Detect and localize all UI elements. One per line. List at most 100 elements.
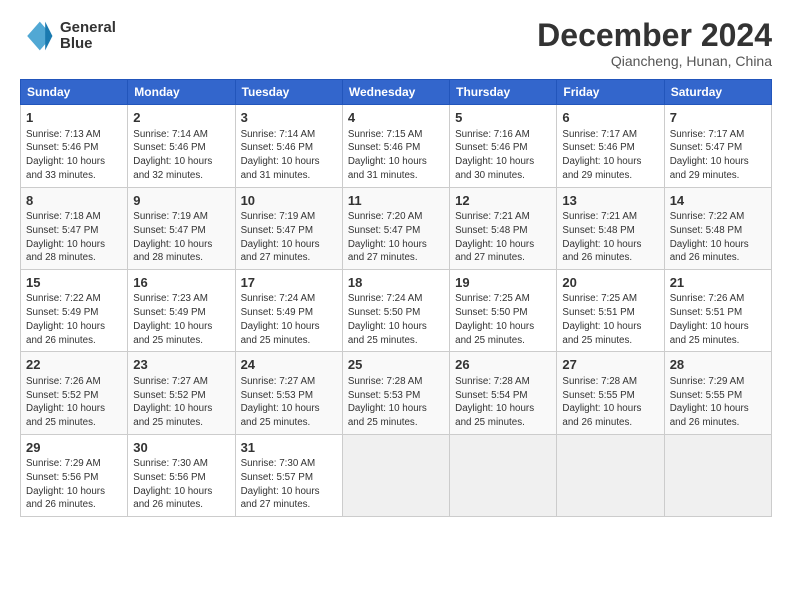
weekday-header-row: SundayMondayTuesdayWednesdayThursdayFrid… [21, 80, 772, 105]
day-number: 20 [562, 274, 658, 292]
day-number: 12 [455, 192, 551, 210]
calendar-cell: 24Sunrise: 7:27 AM Sunset: 5:53 PM Dayli… [235, 352, 342, 434]
logo-line1: General [60, 20, 116, 37]
calendar-cell [557, 434, 664, 516]
day-info: Sunrise: 7:16 AM Sunset: 5:46 PM Dayligh… [455, 128, 551, 183]
calendar-cell: 17Sunrise: 7:24 AM Sunset: 5:49 PM Dayli… [235, 269, 342, 351]
day-number: 10 [241, 192, 337, 210]
calendar-cell: 11Sunrise: 7:20 AM Sunset: 5:47 PM Dayli… [342, 187, 449, 269]
calendar-cell: 4Sunrise: 7:15 AM Sunset: 5:46 PM Daylig… [342, 105, 449, 187]
calendar-cell: 29Sunrise: 7:29 AM Sunset: 5:56 PM Dayli… [21, 434, 128, 516]
calendar-cell: 23Sunrise: 7:27 AM Sunset: 5:52 PM Dayli… [128, 352, 235, 434]
day-number: 27 [562, 356, 658, 374]
day-info: Sunrise: 7:14 AM Sunset: 5:46 PM Dayligh… [241, 128, 337, 183]
day-info: Sunrise: 7:28 AM Sunset: 5:55 PM Dayligh… [562, 375, 658, 430]
day-info: Sunrise: 7:21 AM Sunset: 5:48 PM Dayligh… [562, 210, 658, 265]
week-row-3: 15Sunrise: 7:22 AM Sunset: 5:49 PM Dayli… [21, 269, 772, 351]
day-number: 22 [26, 356, 122, 374]
day-info: Sunrise: 7:17 AM Sunset: 5:47 PM Dayligh… [670, 128, 766, 183]
day-number: 11 [348, 192, 444, 210]
month-title: December 2024 [537, 18, 772, 53]
calendar-cell: 25Sunrise: 7:28 AM Sunset: 5:53 PM Dayli… [342, 352, 449, 434]
day-number: 19 [455, 274, 551, 292]
calendar-table: SundayMondayTuesdayWednesdayThursdayFrid… [20, 79, 772, 517]
day-info: Sunrise: 7:30 AM Sunset: 5:56 PM Dayligh… [133, 457, 229, 512]
day-number: 8 [26, 192, 122, 210]
day-info: Sunrise: 7:21 AM Sunset: 5:48 PM Dayligh… [455, 210, 551, 265]
day-info: Sunrise: 7:13 AM Sunset: 5:46 PM Dayligh… [26, 128, 122, 183]
week-row-2: 8Sunrise: 7:18 AM Sunset: 5:47 PM Daylig… [21, 187, 772, 269]
day-info: Sunrise: 7:25 AM Sunset: 5:50 PM Dayligh… [455, 292, 551, 347]
day-number: 13 [562, 192, 658, 210]
weekday-header-tuesday: Tuesday [235, 80, 342, 105]
calendar-cell: 9Sunrise: 7:19 AM Sunset: 5:47 PM Daylig… [128, 187, 235, 269]
calendar-cell: 1Sunrise: 7:13 AM Sunset: 5:46 PM Daylig… [21, 105, 128, 187]
calendar-cell: 31Sunrise: 7:30 AM Sunset: 5:57 PM Dayli… [235, 434, 342, 516]
day-info: Sunrise: 7:28 AM Sunset: 5:54 PM Dayligh… [455, 375, 551, 430]
day-number: 1 [26, 109, 122, 127]
day-number: 23 [133, 356, 229, 374]
calendar-cell: 21Sunrise: 7:26 AM Sunset: 5:51 PM Dayli… [664, 269, 771, 351]
day-info: Sunrise: 7:20 AM Sunset: 5:47 PM Dayligh… [348, 210, 444, 265]
calendar-cell: 14Sunrise: 7:22 AM Sunset: 5:48 PM Dayli… [664, 187, 771, 269]
day-info: Sunrise: 7:15 AM Sunset: 5:46 PM Dayligh… [348, 128, 444, 183]
day-number: 28 [670, 356, 766, 374]
day-number: 15 [26, 274, 122, 292]
day-number: 4 [348, 109, 444, 127]
day-number: 29 [26, 439, 122, 457]
day-number: 26 [455, 356, 551, 374]
weekday-header-thursday: Thursday [450, 80, 557, 105]
day-info: Sunrise: 7:28 AM Sunset: 5:53 PM Dayligh… [348, 375, 444, 430]
day-number: 17 [241, 274, 337, 292]
calendar-cell: 7Sunrise: 7:17 AM Sunset: 5:47 PM Daylig… [664, 105, 771, 187]
day-info: Sunrise: 7:26 AM Sunset: 5:52 PM Dayligh… [26, 375, 122, 430]
day-info: Sunrise: 7:17 AM Sunset: 5:46 PM Dayligh… [562, 128, 658, 183]
day-info: Sunrise: 7:29 AM Sunset: 5:55 PM Dayligh… [670, 375, 766, 430]
logo-icon [20, 18, 56, 54]
calendar-cell: 3Sunrise: 7:14 AM Sunset: 5:46 PM Daylig… [235, 105, 342, 187]
day-number: 16 [133, 274, 229, 292]
day-number: 7 [670, 109, 766, 127]
day-info: Sunrise: 7:29 AM Sunset: 5:56 PM Dayligh… [26, 457, 122, 512]
day-number: 21 [670, 274, 766, 292]
calendar-cell: 13Sunrise: 7:21 AM Sunset: 5:48 PM Dayli… [557, 187, 664, 269]
calendar-cell: 12Sunrise: 7:21 AM Sunset: 5:48 PM Dayli… [450, 187, 557, 269]
calendar-cell: 19Sunrise: 7:25 AM Sunset: 5:50 PM Dayli… [450, 269, 557, 351]
day-number: 6 [562, 109, 658, 127]
weekday-header-saturday: Saturday [664, 80, 771, 105]
day-info: Sunrise: 7:23 AM Sunset: 5:49 PM Dayligh… [133, 292, 229, 347]
calendar-cell [450, 434, 557, 516]
day-number: 3 [241, 109, 337, 127]
day-number: 5 [455, 109, 551, 127]
calendar-cell: 10Sunrise: 7:19 AM Sunset: 5:47 PM Dayli… [235, 187, 342, 269]
calendar-cell: 6Sunrise: 7:17 AM Sunset: 5:46 PM Daylig… [557, 105, 664, 187]
calendar-cell: 28Sunrise: 7:29 AM Sunset: 5:55 PM Dayli… [664, 352, 771, 434]
day-number: 14 [670, 192, 766, 210]
weekday-header-sunday: Sunday [21, 80, 128, 105]
calendar-cell: 16Sunrise: 7:23 AM Sunset: 5:49 PM Dayli… [128, 269, 235, 351]
location: Qiancheng, Hunan, China [537, 53, 772, 69]
title-block: December 2024 Qiancheng, Hunan, China [537, 18, 772, 69]
day-info: Sunrise: 7:22 AM Sunset: 5:49 PM Dayligh… [26, 292, 122, 347]
calendar-cell: 5Sunrise: 7:16 AM Sunset: 5:46 PM Daylig… [450, 105, 557, 187]
day-number: 24 [241, 356, 337, 374]
weekday-header-wednesday: Wednesday [342, 80, 449, 105]
logo-text: General Blue [60, 20, 116, 53]
calendar-cell: 2Sunrise: 7:14 AM Sunset: 5:46 PM Daylig… [128, 105, 235, 187]
day-info: Sunrise: 7:26 AM Sunset: 5:51 PM Dayligh… [670, 292, 766, 347]
day-info: Sunrise: 7:18 AM Sunset: 5:47 PM Dayligh… [26, 210, 122, 265]
calendar-cell [664, 434, 771, 516]
day-number: 9 [133, 192, 229, 210]
logo-line2: Blue [60, 36, 116, 53]
week-row-5: 29Sunrise: 7:29 AM Sunset: 5:56 PM Dayli… [21, 434, 772, 516]
week-row-1: 1Sunrise: 7:13 AM Sunset: 5:46 PM Daylig… [21, 105, 772, 187]
day-number: 31 [241, 439, 337, 457]
day-info: Sunrise: 7:27 AM Sunset: 5:53 PM Dayligh… [241, 375, 337, 430]
day-number: 18 [348, 274, 444, 292]
calendar-cell [342, 434, 449, 516]
calendar-cell: 22Sunrise: 7:26 AM Sunset: 5:52 PM Dayli… [21, 352, 128, 434]
logo: General Blue [20, 18, 116, 54]
weekday-header-friday: Friday [557, 80, 664, 105]
calendar-cell: 26Sunrise: 7:28 AM Sunset: 5:54 PM Dayli… [450, 352, 557, 434]
weekday-header-monday: Monday [128, 80, 235, 105]
